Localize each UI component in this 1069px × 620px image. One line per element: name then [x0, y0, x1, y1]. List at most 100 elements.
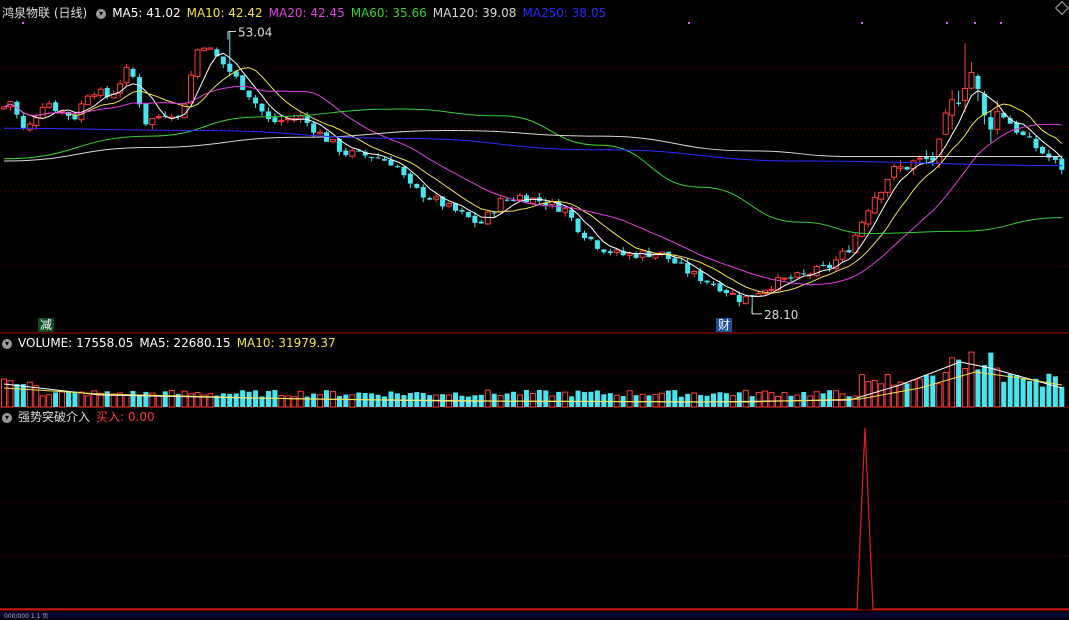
- indicator-name[interactable]: 强势突破介入: [18, 410, 90, 424]
- stock-title[interactable]: 鸿泉物联 (日线): [2, 6, 87, 20]
- candle-body: [936, 138, 943, 164]
- candle-body: [240, 75, 246, 90]
- volume-bar: [833, 390, 840, 408]
- volume-bar: [343, 394, 349, 407]
- volume-bar: [14, 384, 20, 407]
- candle-body: [1027, 136, 1033, 138]
- indicator-settings-button[interactable]: ▾: [2, 412, 12, 423]
- volume-bar: [278, 395, 285, 408]
- volume-bar: [453, 392, 458, 407]
- candle-body: [678, 262, 684, 264]
- volume-bar: [923, 374, 929, 407]
- volume-bar: [523, 389, 529, 407]
- volume-bar: [207, 393, 214, 408]
- event-marker: [22, 22, 24, 24]
- candle-body: [942, 112, 949, 135]
- volume-bar: [711, 393, 716, 407]
- candle-body: [382, 158, 388, 161]
- finance-badge[interactable]: 财: [716, 318, 733, 332]
- volume-bar: [311, 393, 317, 407]
- candle-body: [39, 106, 46, 119]
- volume-bar: [130, 390, 136, 407]
- event-marker: [861, 22, 863, 24]
- high-price-label: 53.04: [238, 26, 272, 40]
- candle-body: [278, 119, 285, 122]
- volume-bar: [1, 378, 7, 408]
- candle-body: [736, 294, 742, 303]
- volume-bar: [375, 394, 381, 407]
- volume-bar: [78, 391, 85, 408]
- ma10-label: MA10: 42.42: [186, 6, 263, 20]
- volume-bar: [1014, 375, 1020, 407]
- volume-bar: [33, 385, 40, 408]
- candle-body: [897, 166, 904, 169]
- candle-body: [265, 111, 271, 119]
- volume-bar: [253, 390, 259, 407]
- candle-body: [672, 258, 678, 264]
- candle-body: [626, 252, 633, 256]
- volume-bar: [884, 373, 891, 408]
- volume-bar: [717, 392, 723, 407]
- volume-bar: [233, 393, 239, 407]
- volume-bar: [401, 395, 407, 407]
- chart-canvas[interactable]: 53.04 28.10: [0, 0, 1069, 618]
- candle-body: [497, 198, 504, 213]
- candle-body: [253, 97, 259, 104]
- candle-body: [968, 71, 975, 89]
- candle-body: [1059, 158, 1065, 170]
- volume-bar: [504, 393, 510, 407]
- candle-body: [33, 117, 40, 127]
- candle-body: [123, 66, 130, 84]
- candle-body: [446, 202, 453, 207]
- volume-settings-button[interactable]: ▾: [2, 338, 12, 349]
- volume-bar: [827, 390, 833, 407]
- candle-body: [26, 123, 33, 131]
- candle-body: [594, 240, 600, 249]
- volume-bar: [59, 391, 66, 408]
- volume-bar: [1033, 378, 1039, 407]
- candle-body: [562, 208, 569, 213]
- volume-bar: [536, 390, 542, 407]
- candle-body: [878, 191, 885, 200]
- volume-bar: [162, 391, 168, 407]
- candle-body: [801, 273, 807, 275]
- candle-body: [994, 111, 1001, 130]
- reduction-badge[interactable]: 减: [38, 318, 55, 332]
- candle-body: [504, 199, 510, 201]
- candle-body: [53, 102, 59, 112]
- volume-bar: [742, 389, 749, 408]
- volume-bar: [768, 392, 775, 408]
- ma250-label: MA250: 38.05: [522, 6, 607, 20]
- ma20-line: [3, 85, 1062, 286]
- candle-body: [813, 266, 820, 277]
- candle-body: [227, 63, 233, 72]
- candle-body: [427, 198, 433, 200]
- candle-body: [414, 183, 420, 188]
- volume-bar: [181, 390, 188, 408]
- signal-line: [0, 427, 1069, 610]
- candle-body: [691, 271, 698, 275]
- volume-bar: [801, 392, 807, 407]
- candle-body: [317, 131, 324, 135]
- volume-bar: [807, 395, 814, 408]
- volume-bar: [66, 391, 71, 407]
- candle-body: [46, 103, 53, 108]
- volume-bar: [652, 393, 659, 408]
- candle-body: [194, 49, 201, 77]
- volume-bar: [324, 390, 329, 407]
- volume-bar: [1020, 378, 1026, 407]
- candle-body: [465, 212, 471, 218]
- settings-button[interactable]: ▾: [96, 8, 107, 19]
- candle-body: [891, 166, 898, 178]
- candle-body: [956, 102, 962, 104]
- volume-bar: [594, 390, 600, 407]
- volume-bar: [20, 384, 26, 407]
- candle-body: [858, 221, 865, 237]
- volume-bar: [123, 394, 130, 408]
- candle-body: [685, 263, 691, 274]
- indicator-header: ▾ 强势突破介入 买入: 0.00: [2, 409, 161, 425]
- volume-bar: [1052, 376, 1058, 407]
- volume-bar: [930, 375, 936, 407]
- volume-bar: [975, 369, 981, 407]
- volume-bar: [240, 390, 246, 407]
